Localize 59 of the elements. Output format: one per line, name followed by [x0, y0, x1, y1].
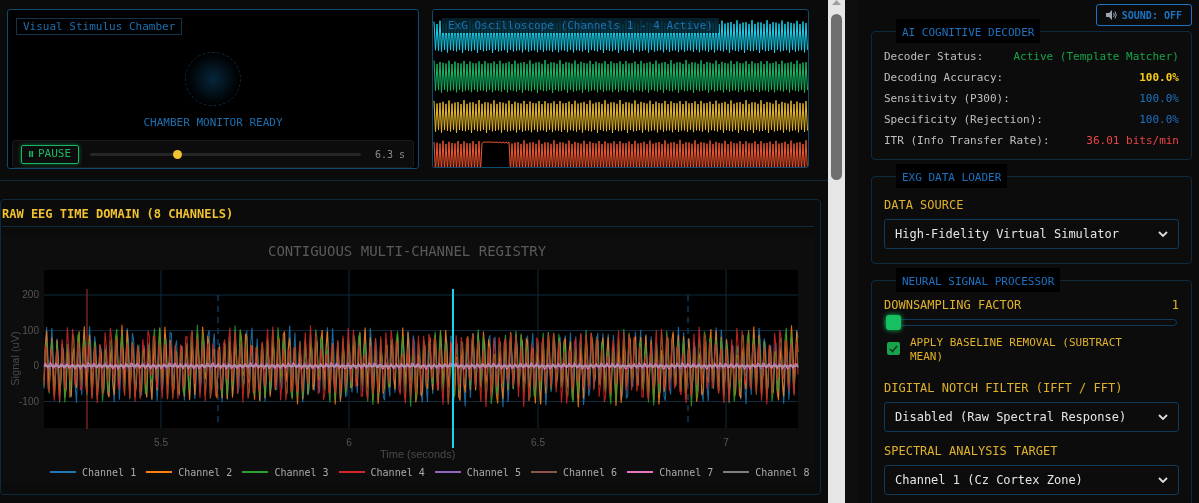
chart-title: CONTIGUOUS MULTI-CHANNEL REGISTRY: [268, 242, 547, 260]
scrollbar[interactable]: [828, 0, 845, 503]
legend-label[interactable]: Channel 7: [659, 464, 714, 480]
legend-label[interactable]: Channel 5: [466, 464, 521, 480]
metric-label: Sensitivity (P300):: [884, 91, 1010, 107]
axis-label: Signal (uV): [8, 330, 22, 388]
time-reading: 6.3 s: [374, 147, 405, 162]
field-label: DOWNSAMPLING FACTOR: [884, 297, 1022, 314]
scrollbar-thumb[interactable]: [831, 14, 842, 180]
slider-thumb[interactable]: [886, 315, 901, 330]
panel-title: Visual Stimulus Chamber: [16, 18, 183, 35]
legend-label[interactable]: Channel 4: [370, 464, 425, 480]
section-title: NEURAL SIGNAL PROCESSOR: [902, 275, 1055, 288]
metric-value: 100.0%: [1139, 112, 1179, 128]
tick-label: 7: [722, 437, 730, 449]
legend-label[interactable]: Channel 2: [178, 464, 233, 480]
metric-value: 100.0%: [1139, 91, 1179, 107]
tick-label: 0: [33, 360, 39, 372]
slider-thumb[interactable]: [172, 149, 182, 159]
checkbox-label: APPLY BASELINE REMOVAL (SUBTRACT MEAN): [910, 336, 1123, 364]
pause-button[interactable]: PAUSE: [21, 144, 80, 164]
metric-label: Specificity (Rejection):: [884, 112, 1043, 128]
field-label: DIGITAL NOTCH FILTER (IFFT / FFT): [884, 380, 1124, 397]
tick-label: 6.5: [530, 437, 546, 449]
section-title: AI COGNITIVE DECODER: [902, 26, 1035, 39]
metric-value: 100.0%: [1139, 70, 1179, 86]
pause-icon: [29, 151, 33, 157]
chevron-down-icon: [1158, 477, 1168, 483]
select-field[interactable]: High-Fidelity Virtual Simulator: [884, 219, 1179, 249]
legend-label[interactable]: Channel 3: [274, 464, 329, 480]
tick-label: 6: [345, 437, 353, 449]
chevron-down-icon: [1158, 414, 1168, 420]
sound-button[interactable]: SOUND: OFF: [1095, 4, 1192, 26]
legend-label[interactable]: Channel 1: [82, 464, 137, 480]
scroll-up-icon[interactable]: [832, 0, 841, 5]
legend-label[interactable]: Channel 8: [755, 464, 810, 480]
select-field[interactable]: Channel 1 (Cz Cortex Zone): [884, 465, 1179, 495]
metric-label: ITR (Info Transfer Rate):: [884, 133, 1050, 149]
speaker-icon: [1105, 10, 1117, 20]
metric-label: Decoder Status:: [884, 49, 984, 65]
field-label: SPECTRAL ANALYSIS TARGET: [884, 443, 1059, 460]
status-text: CHAMBER MONITOR READY: [143, 116, 283, 130]
section-title: EXG DATA LOADER: [902, 171, 1002, 184]
chevron-down-icon: [1158, 231, 1168, 237]
tick-label: 100: [22, 324, 39, 337]
tick-label: -100: [19, 395, 39, 408]
value-reading: 1: [1171, 297, 1179, 314]
panel-title: ExG Oscilloscope (Channels 1 - 4 Active): [442, 18, 719, 33]
metric-value: Active (Template Matcher): [1013, 49, 1179, 65]
metric-label: Decoding Accuracy:: [884, 70, 1004, 86]
axis-label: Time (seconds): [380, 448, 456, 460]
panel-heading: RAW EEG TIME DOMAIN (8 CHANNELS): [2, 206, 234, 223]
legend-label[interactable]: Channel 6: [562, 464, 618, 480]
metric-value: 36.01 bits/min: [1086, 133, 1179, 149]
field-label: DATA SOURCE: [884, 197, 965, 214]
checkbox[interactable]: [887, 342, 900, 355]
select-field[interactable]: Disabled (Raw Spectral Response): [884, 402, 1179, 432]
tick-label: 5.5: [153, 437, 169, 449]
tick-label: 200: [22, 289, 39, 301]
